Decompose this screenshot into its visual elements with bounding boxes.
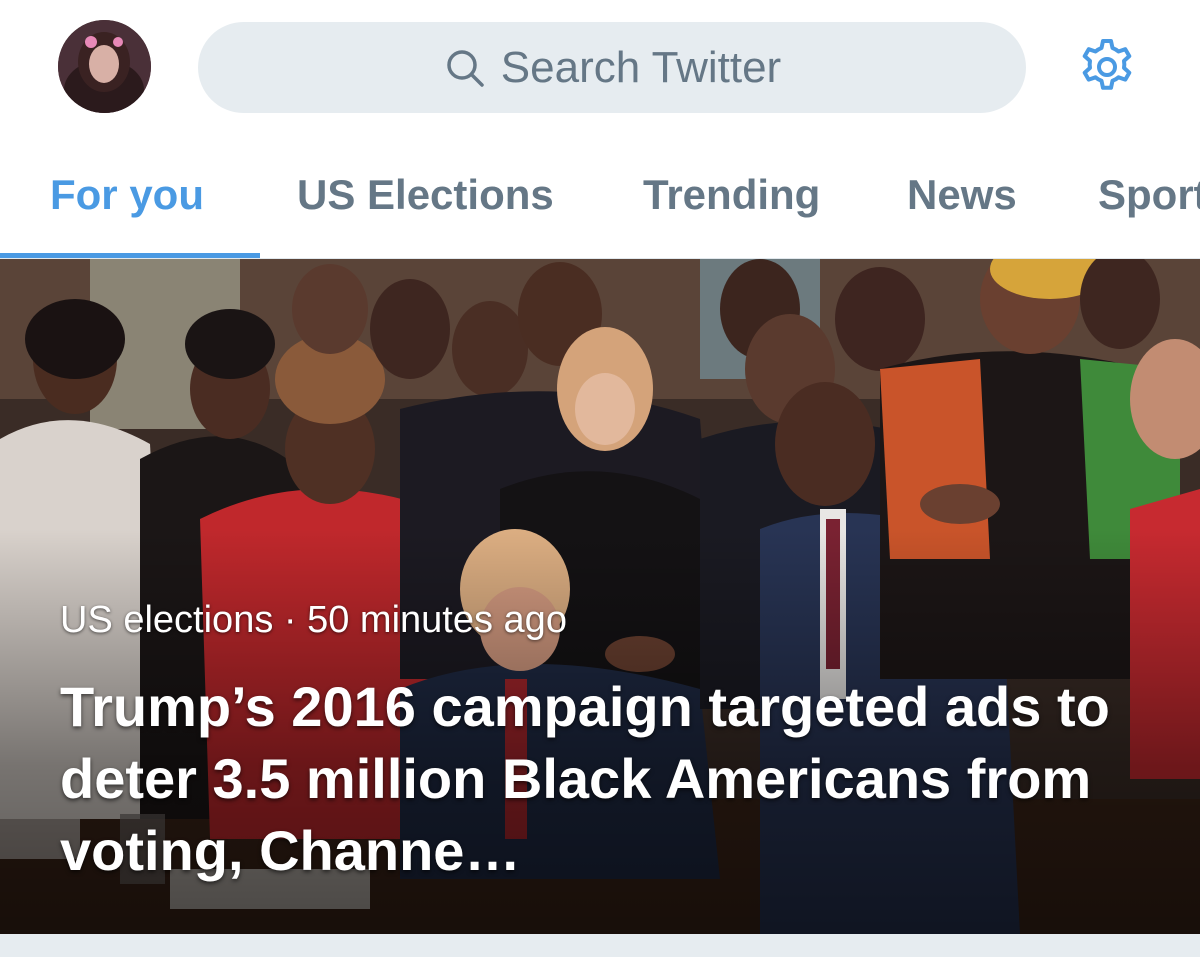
tab-us-elections[interactable]: US Elections: [297, 135, 554, 257]
tab-news[interactable]: News: [907, 135, 1017, 257]
story-headline[interactable]: Trump’s 2016 campaign targeted ads to de…: [60, 671, 1170, 887]
top-bar: Search Twitter: [0, 0, 1200, 135]
search-icon: [443, 46, 487, 90]
story-time: 50 minutes ago: [307, 599, 567, 641]
section-divider: [0, 934, 1200, 957]
story-meta: US elections · 50 minutes ago: [60, 599, 567, 642]
tab-trending[interactable]: Trending: [643, 135, 820, 257]
explore-screen: Search Twitter For you US Elections Tren…: [0, 0, 1200, 957]
user-avatar[interactable]: [58, 20, 151, 113]
search-bar[interactable]: Search Twitter: [198, 22, 1026, 113]
search-placeholder: Search Twitter: [500, 42, 782, 92]
avatar-image: [58, 20, 151, 113]
meta-separator: ·: [283, 599, 297, 641]
explore-tabs: For you US Elections Trending News Sport…: [0, 135, 1200, 259]
tab-for-you[interactable]: For you: [50, 135, 204, 257]
story-category: US elections: [60, 599, 274, 641]
gear-icon[interactable]: [1076, 36, 1138, 98]
featured-story-card[interactable]: US elections · 50 minutes ago Trump’s 20…: [0, 259, 1200, 934]
tab-sports[interactable]: Sports: [1098, 135, 1200, 257]
